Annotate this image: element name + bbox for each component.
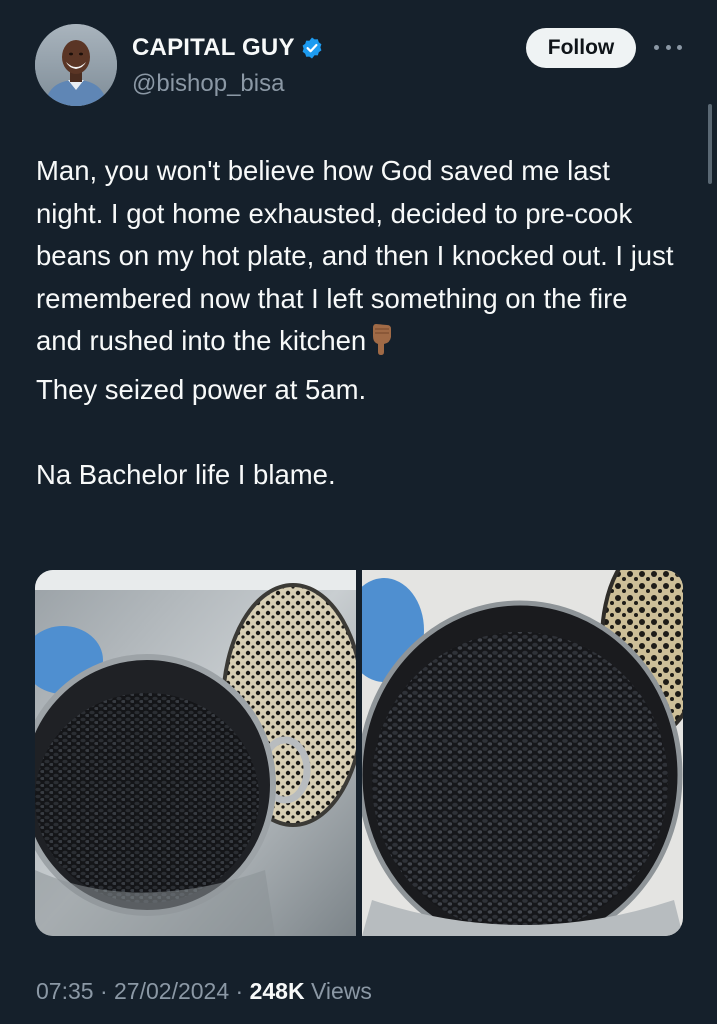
user-handle[interactable]: @bishop_bisa xyxy=(132,70,284,98)
follow-button[interactable]: Follow xyxy=(526,28,636,68)
tweet-text: Man, you won't believe how God saved me … xyxy=(36,150,676,496)
photo-burnt-beans-closeup[interactable] xyxy=(362,570,683,936)
tweet-time[interactable]: 07:35 xyxy=(36,978,94,1004)
tweet-date[interactable]: 27/02/2024 xyxy=(114,978,229,1004)
tweet-paragraph-3: Na Bachelor life I blame. xyxy=(36,458,336,490)
display-name[interactable]: CAPITAL GUY xyxy=(132,34,295,62)
avatar[interactable] xyxy=(35,24,117,106)
pointing-down-emoji-icon xyxy=(370,322,394,369)
tweet-page: CAPITAL GUY @bishop_bisa Follow Man, you… xyxy=(0,0,717,1024)
tweet-paragraph-2: They seized power at 5am. xyxy=(36,373,367,405)
views-count: 248K xyxy=(249,978,305,1004)
meta-separator: · xyxy=(93,978,115,1004)
tweet-meta: 07:35 · 27/02/2024 · 248K Views xyxy=(36,978,372,1005)
name-row: CAPITAL GUY xyxy=(132,34,324,62)
views-label: Views xyxy=(304,978,372,1004)
photo-burnt-beans-sink[interactable] xyxy=(35,570,356,936)
verified-badge-icon xyxy=(302,37,322,59)
more-horizontal-icon[interactable] xyxy=(654,40,682,54)
media-gallery xyxy=(35,570,683,936)
tweet-paragraph-1: Man, you won't believe how God saved me … xyxy=(36,155,682,356)
scrollbar-thumb[interactable] xyxy=(708,104,712,184)
meta-separator: · xyxy=(229,978,250,1004)
